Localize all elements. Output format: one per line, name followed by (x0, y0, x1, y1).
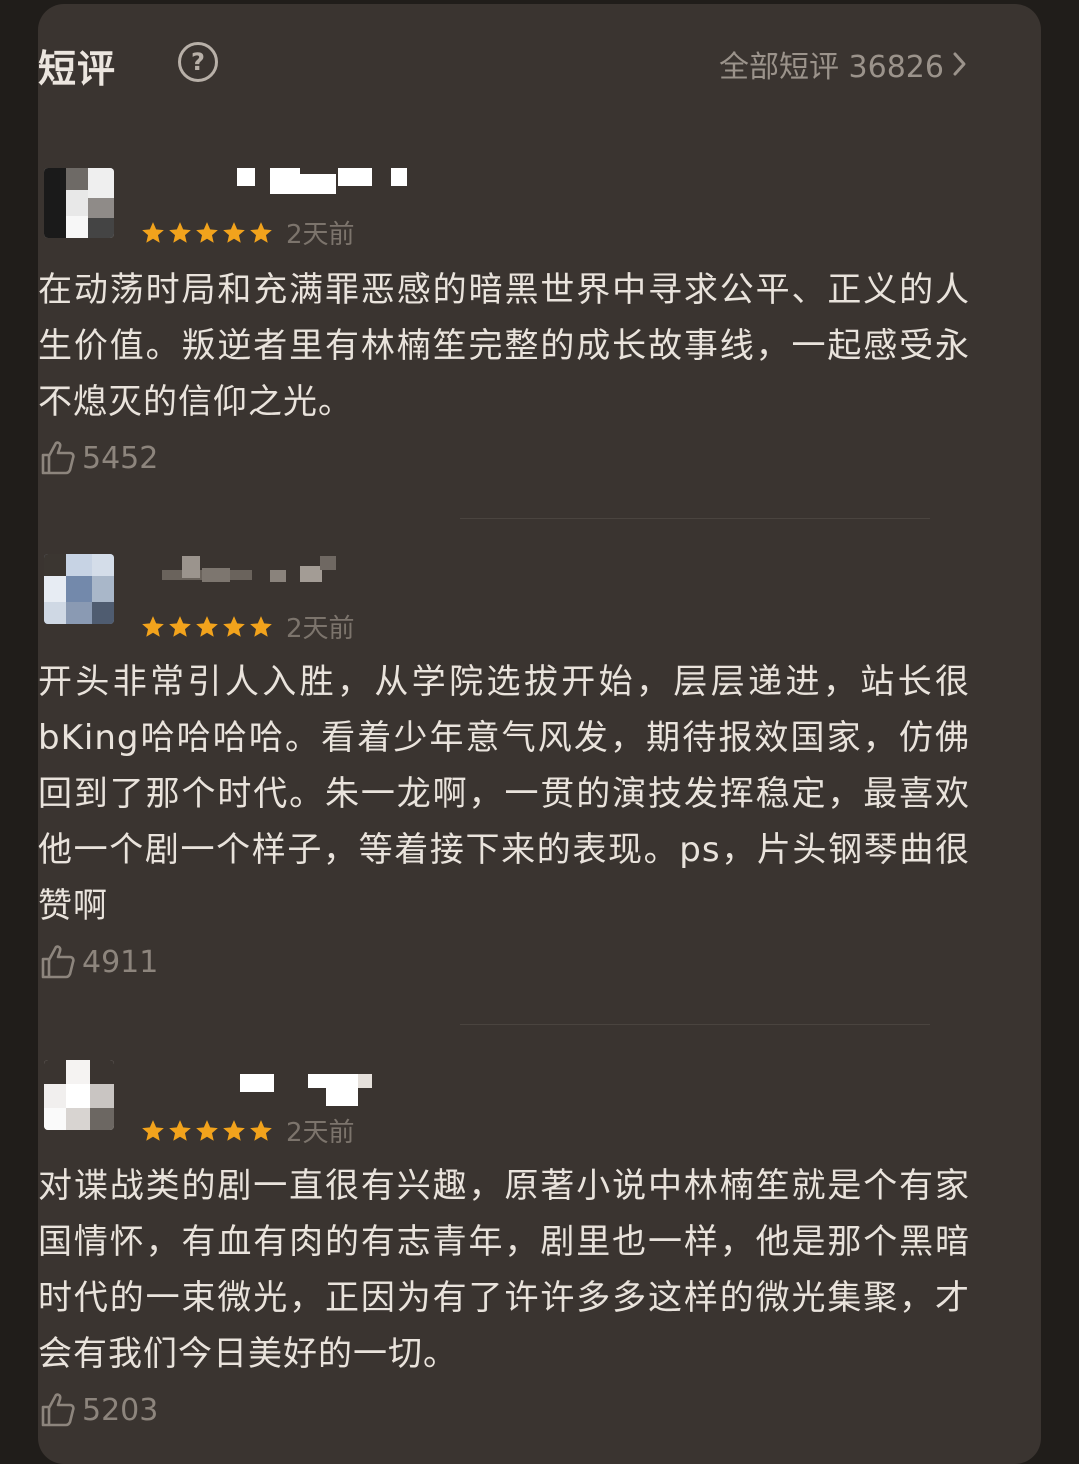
review-text: 在动荡时局和充满罪恶感的暗黑世界中寻求公平、正义的人生价值。叛逆者里有林楠笙完整… (38, 270, 970, 422)
thumbs-up-icon (38, 438, 78, 478)
review-meta: 2天前 (140, 608, 355, 645)
star-icon (169, 615, 191, 637)
username-pixelated[interactable] (140, 556, 380, 582)
review-date: 2天前 (286, 1118, 355, 1148)
star-icon (196, 1119, 218, 1141)
review-date: 2天前 (286, 614, 355, 644)
review-text: 开头非常引人入胜，从学院选拔开始，层层递进，站长很bKing哈哈哈哈。看着少年意… (38, 662, 970, 926)
star-icon (223, 221, 245, 243)
thumbs-up-icon (38, 1390, 78, 1430)
star-icon (223, 1119, 245, 1141)
like-count: 5452 (82, 440, 159, 476)
thumbs-up-icon (38, 942, 78, 982)
all-reviews-link[interactable]: 全部短评 36826 (719, 42, 968, 86)
avatar[interactable] (44, 168, 114, 238)
review-divider (460, 518, 930, 519)
help-icon[interactable]: ? (178, 42, 218, 82)
star-rating (140, 1118, 274, 1144)
like-button[interactable]: 5452 (38, 438, 158, 478)
review-divider (460, 1024, 930, 1025)
star-icon (169, 1119, 191, 1141)
avatar[interactable] (44, 1060, 114, 1130)
star-icon (250, 221, 272, 243)
review-text: 对谍战类的剧一直很有兴趣，原著小说中林楠笙就是个有家国情怀，有血有肉的有志青年，… (38, 1166, 970, 1374)
star-icon (250, 1119, 272, 1141)
like-button[interactable]: 4911 (38, 942, 158, 982)
like-count: 5203 (82, 1392, 159, 1428)
star-icon (169, 221, 191, 243)
star-icon (142, 615, 164, 637)
star-icon (250, 615, 272, 637)
reviews-header: 短评 ? 全部短评 36826 (38, 36, 968, 96)
like-count: 4911 (82, 944, 159, 980)
star-icon (196, 221, 218, 243)
username-pixelated[interactable] (140, 1074, 380, 1106)
review-meta: 2天前 (140, 214, 355, 251)
star-icon (223, 615, 245, 637)
star-icon (142, 221, 164, 243)
avatar[interactable] (44, 554, 114, 624)
like-button[interactable]: 5203 (38, 1390, 158, 1430)
all-reviews-label: 全部短评 36826 (719, 50, 944, 85)
review-meta: 2天前 (140, 1112, 355, 1149)
star-rating (140, 614, 274, 640)
review-item: 2天前 在动荡时局和充满罪恶感的暗黑世界中寻求公平、正义的人生价值。叛逆者里有林… (38, 160, 970, 490)
star-icon (142, 1119, 164, 1141)
review-date: 2天前 (286, 220, 355, 250)
star-icon (196, 615, 218, 637)
review-item: 2天前 开头非常引人入胜，从学院选拔开始，层层递进，站长很bKing哈哈哈哈。看… (38, 554, 970, 994)
star-rating (140, 220, 274, 246)
review-item: 2天前 对谍战类的剧一直很有兴趣，原著小说中林楠笙就是个有家国情怀，有血有肉的有… (38, 1058, 970, 1448)
username-pixelated[interactable] (140, 168, 407, 194)
chevron-right-icon (952, 50, 968, 78)
section-title: 短评 (38, 47, 117, 91)
